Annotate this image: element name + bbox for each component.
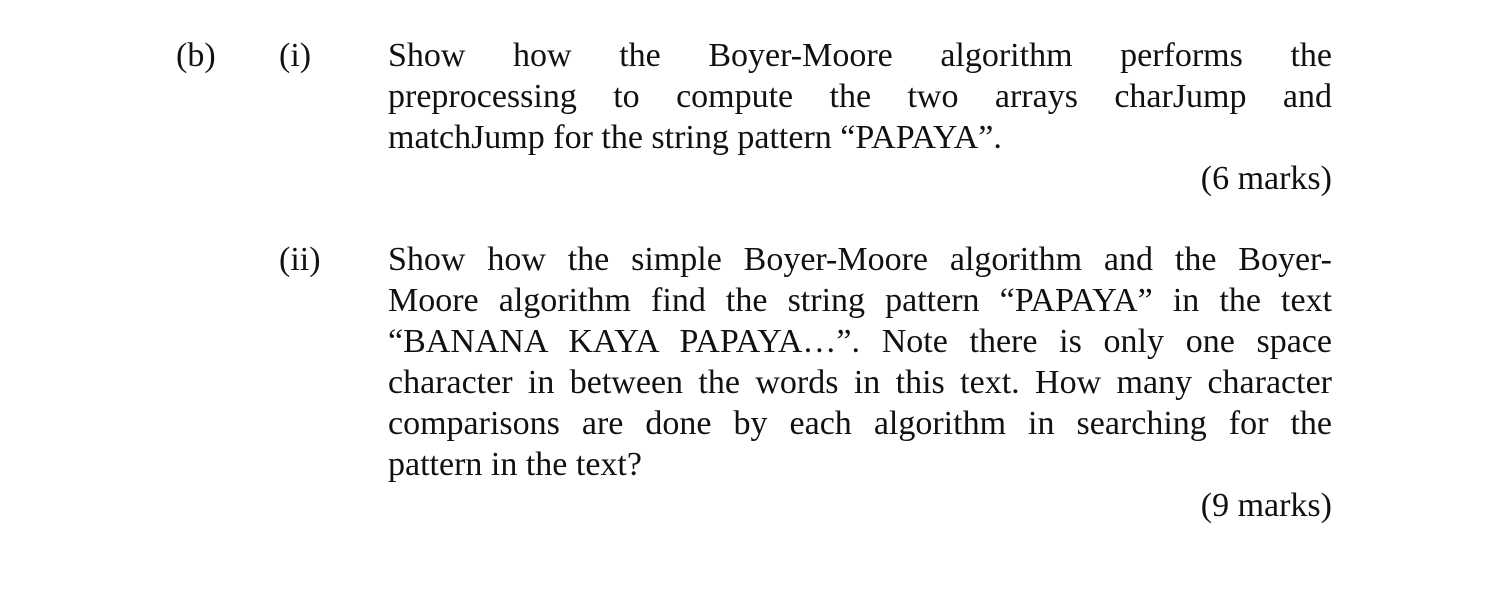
question-line: matchJump for the string pattern “PAPAYA… xyxy=(388,119,1002,156)
subpart-i-label: (i) xyxy=(279,37,312,74)
question-line: comparisons are done by each algorithm i… xyxy=(388,405,1332,442)
question-line: Moore algorithm find the string pattern … xyxy=(388,282,1332,319)
subpart-ii-text: Show how the simple Boyer-Moore algorith… xyxy=(388,239,1332,526)
question-line: preprocessing to compute the two arrays … xyxy=(388,78,1332,115)
question-line: Show how the simple Boyer-Moore algorith… xyxy=(388,241,1332,278)
question-line: pattern in the text? xyxy=(388,446,642,483)
subpart-ii-label: (ii) xyxy=(279,241,321,278)
subpart-i-text: Show how the Boyer-Moore algorithm perfo… xyxy=(388,35,1332,199)
marks-label: (9 marks) xyxy=(1200,487,1332,524)
question-line: “BANANA KAYA PAPAYA…”. Note there is onl… xyxy=(388,323,1332,360)
marks-label: (6 marks) xyxy=(1200,160,1332,197)
question-line: character in between the words in this t… xyxy=(388,364,1332,401)
part-label: (b) xyxy=(176,37,216,74)
question-line: Show how the Boyer-Moore algorithm perfo… xyxy=(388,37,1332,74)
